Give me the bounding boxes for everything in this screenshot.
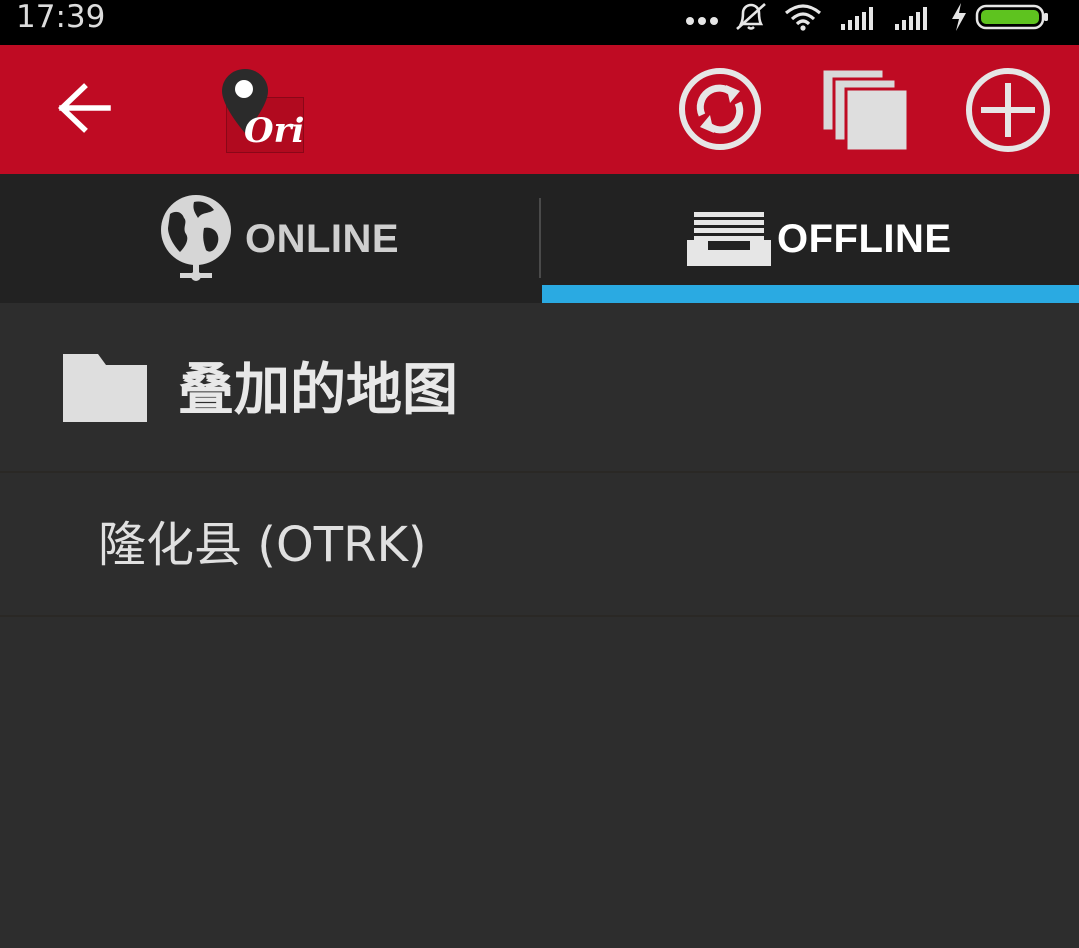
list-item[interactable]: 隆化县 (OTRK) — [0, 475, 1079, 617]
signal-icon — [841, 7, 873, 30]
app-toolbar: Ori — [0, 45, 1079, 174]
layers-icon[interactable] — [820, 67, 910, 153]
list-item-label: 隆化县 (OTRK) — [98, 517, 427, 573]
tab-online[interactable]: ONLINE — [0, 174, 539, 303]
tab-online-label: ONLINE — [245, 217, 400, 261]
sync-icon[interactable] — [676, 65, 764, 153]
more-dots-icon — [686, 17, 718, 25]
signal-icon — [895, 7, 927, 30]
tab-divider — [539, 198, 541, 278]
add-circle-icon[interactable] — [963, 65, 1053, 155]
folder-icon — [63, 354, 147, 422]
tab-selected-indicator — [542, 285, 1079, 303]
status-bar: 17:39 — [0, 0, 1079, 45]
charging-bolt-icon — [952, 3, 966, 31]
status-time: 17:39 — [16, 0, 106, 35]
map-list: 叠加的地图 隆化县 (OTRK) — [0, 303, 1079, 948]
alarm-muted-icon — [736, 3, 766, 30]
folder-title: 叠加的地图 — [178, 358, 458, 423]
back-arrow-icon[interactable] — [56, 83, 112, 133]
globe-icon — [161, 195, 231, 281]
logo-text: Ori — [244, 111, 305, 151]
tab-offline[interactable]: OFFLINE — [542, 174, 1079, 303]
battery-icon — [975, 4, 1048, 30]
tab-bar: ONLINE OFFLINE — [0, 174, 1079, 303]
status-icons — [685, 0, 1065, 36]
tab-offline-label: OFFLINE — [777, 217, 952, 261]
wifi-icon — [784, 4, 822, 31]
app-logo: Ori — [220, 67, 306, 155]
folder-header[interactable]: 叠加的地图 — [0, 303, 1079, 473]
tray-icon — [687, 212, 771, 266]
